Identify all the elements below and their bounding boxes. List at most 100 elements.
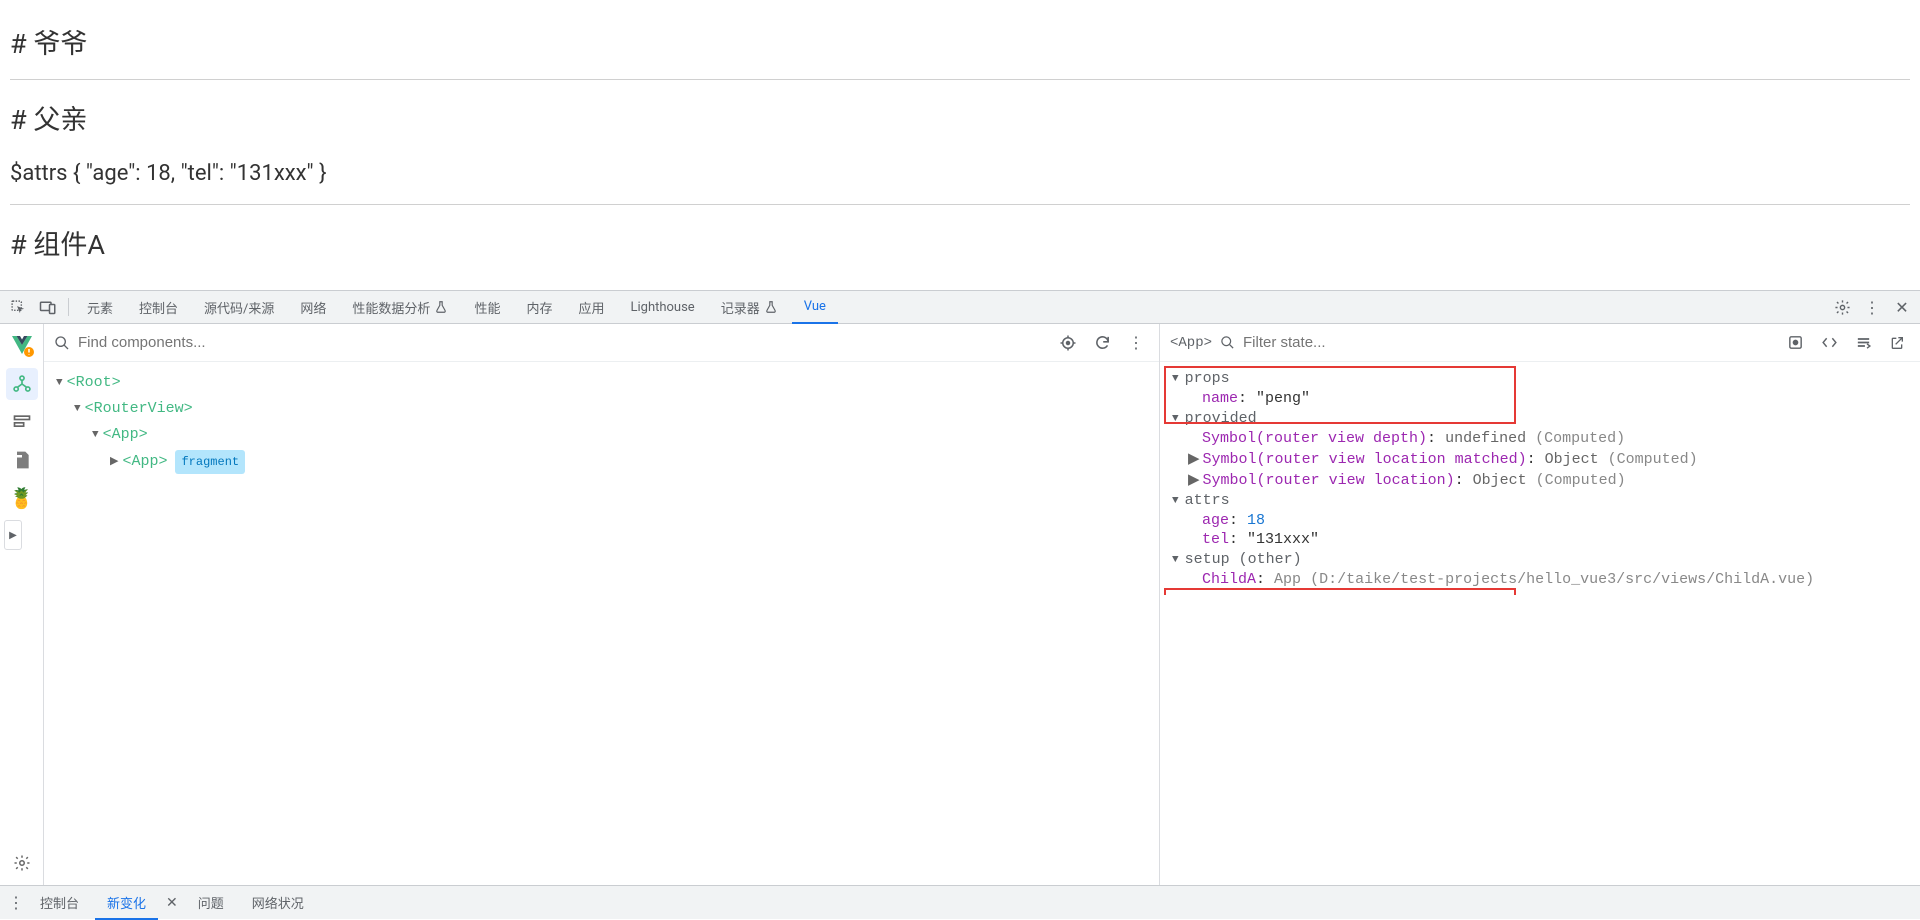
state-toolbar: <App> [1160, 324, 1920, 362]
tab-sources[interactable]: 源代码/来源 [192, 291, 286, 324]
close-tab-icon[interactable]: ✕ [162, 895, 182, 911]
filter-state-input[interactable] [1243, 334, 1774, 351]
heading-father: # 父亲 [10, 98, 1910, 137]
more-vert-icon[interactable]: ⋮ [1858, 293, 1886, 321]
tab-network[interactable]: 网络 [288, 291, 338, 324]
close-devtools-icon[interactable]: ✕ [1888, 293, 1916, 321]
flask-icon [764, 300, 778, 314]
open-in-editor-icon[interactable] [1884, 330, 1910, 356]
inspect-dom-icon[interactable] [1816, 330, 1842, 356]
attr-tel[interactable]: tel: "131xxx" [1172, 530, 1920, 549]
search-icon [54, 335, 70, 351]
selected-component-crumb: <App> [1170, 335, 1212, 351]
tree-node-app[interactable]: ▼<App> [44, 422, 1159, 448]
inspect-element-icon[interactable] [4, 293, 32, 321]
tab-application[interactable]: 应用 [566, 291, 616, 324]
pinia-tab-icon[interactable]: 🍍 [6, 482, 38, 514]
provided-header[interactable]: ▼provided [1172, 408, 1920, 429]
section-label: setup (other) [1185, 551, 1302, 568]
attrs-text: $attrs { "age": 18, "tel": "131xxx" } [10, 161, 1910, 186]
value: Object [1473, 472, 1527, 489]
provided-item[interactable]: Symbol(router view depth): undefined (Co… [1172, 429, 1920, 448]
gear-icon[interactable] [1828, 293, 1856, 321]
divider [10, 79, 1910, 80]
tab-recorder[interactable]: 记录器 [709, 291, 790, 324]
key: Symbol(router view location) [1203, 472, 1455, 489]
tree-label: <RouterView> [85, 398, 193, 420]
tab-memory[interactable]: 内存 [514, 291, 564, 324]
tree-label: <App> [122, 451, 167, 473]
attrs-header[interactable]: ▼attrs [1172, 490, 1920, 511]
timeline-tab-icon[interactable] [6, 406, 38, 438]
tree-label: <App> [103, 424, 148, 446]
tab-elements[interactable]: 元素 [75, 291, 125, 324]
tree-node-root[interactable]: ▼<Root> [44, 370, 1159, 396]
heading-component-a: # 组件A [10, 223, 1910, 262]
search-icon [1220, 335, 1235, 350]
device-toggle-icon[interactable] [34, 293, 62, 321]
routes-tab-icon[interactable] [6, 444, 38, 476]
section-label: attrs [1185, 492, 1230, 509]
expand-handle-icon[interactable]: ▶ [4, 520, 22, 550]
meta: (Computed) [1608, 451, 1698, 468]
section-label: provided [1185, 410, 1257, 427]
provided-item[interactable]: ▶Symbol(router view location): Object (C… [1172, 469, 1920, 490]
tab-lighthouse[interactable]: Lighthouse [618, 291, 706, 324]
highlight-box-attrs [1164, 588, 1516, 595]
vue-logo-icon[interactable] [6, 330, 38, 362]
refresh-icon[interactable] [1089, 330, 1115, 356]
prop-name[interactable]: name: "peng" [1172, 389, 1920, 408]
separator [68, 298, 69, 316]
state-body: ▼props name: "peng" ▼provided Symbol(rou… [1160, 362, 1920, 595]
heading-grandpa: # 爷爷 [10, 22, 1910, 61]
drawer-tab-network-conditions[interactable]: 网络状况 [240, 886, 316, 920]
tab-label: 记录器 [721, 298, 760, 317]
value: "peng" [1256, 390, 1310, 407]
value: Object [1545, 451, 1599, 468]
value: App [1274, 571, 1301, 588]
props-header[interactable]: ▼props [1172, 368, 1920, 389]
drawer-tab-issues[interactable]: 问题 [186, 886, 236, 920]
setup-section: ▼setup (other) ChildA: App (D:/taike/tes… [1160, 549, 1920, 589]
attrs-section: ▼attrs age: 18 tel: "131xxx" [1160, 490, 1920, 549]
key: ChildA [1202, 571, 1256, 588]
drawer-tab-console[interactable]: 控制台 [28, 886, 91, 920]
attr-age[interactable]: age: 18 [1172, 511, 1920, 530]
devtools-tabstrip: 元素 控制台 源代码/来源 网络 性能数据分析 性能 内存 应用 Lightho… [0, 291, 1920, 324]
provided-item[interactable]: ▶Symbol(router view location matched): O… [1172, 448, 1920, 469]
setup-header[interactable]: ▼setup (other) [1172, 549, 1920, 570]
tab-performance-insights[interactable]: 性能数据分析 [340, 291, 460, 324]
value: 18 [1247, 512, 1265, 529]
components-tab-icon[interactable] [6, 368, 38, 400]
page-content: # 爷爷 # 父亲 $attrs { "age": 18, "tel": "13… [0, 0, 1920, 290]
find-components-input[interactable] [78, 334, 1047, 351]
tree-node-routerview[interactable]: ▼<RouterView> [44, 396, 1159, 422]
key: Symbol(router view location matched) [1203, 451, 1527, 468]
component-tree: ▼<Root> ▼<RouterView> ▼<App> ▶<App>fragm… [44, 362, 1159, 484]
value: undefined [1445, 430, 1526, 447]
settings-icon[interactable] [6, 847, 38, 879]
tree-node-app-child[interactable]: ▶<App>fragment [44, 448, 1159, 476]
fragment-badge: fragment [175, 450, 245, 474]
tab-console[interactable]: 控制台 [127, 291, 190, 324]
show-render-code-icon[interactable] [1850, 330, 1876, 356]
drawer-tab-changes[interactable]: 新变化 [95, 886, 158, 920]
scroll-to-component-icon[interactable] [1782, 330, 1808, 356]
flask-icon [434, 300, 448, 314]
components-toolbar: ⋮ [44, 324, 1159, 362]
more-vert-icon[interactable]: ⋮ [8, 893, 24, 912]
target-icon[interactable] [1055, 330, 1081, 356]
tab-vue[interactable]: Vue [792, 291, 838, 324]
more-vert-icon[interactable]: ⋮ [1123, 330, 1149, 356]
state-pane: <App> [1160, 324, 1920, 885]
key: age [1202, 512, 1229, 529]
vue-sidebar: 🍍 ▶ [0, 324, 44, 885]
tab-performance[interactable]: 性能 [462, 291, 512, 324]
tree-label: <Root> [67, 372, 121, 394]
setup-childa[interactable]: ChildA: App (D:/taike/test-projects/hell… [1172, 570, 1920, 589]
tab-label: 性能数据分析 [352, 298, 430, 317]
divider [10, 204, 1910, 205]
key: tel [1202, 531, 1229, 548]
props-section: ▼props name: "peng" [1160, 368, 1920, 408]
meta: (D:/taike/test-projects/hello_vue3/src/v… [1310, 571, 1814, 588]
